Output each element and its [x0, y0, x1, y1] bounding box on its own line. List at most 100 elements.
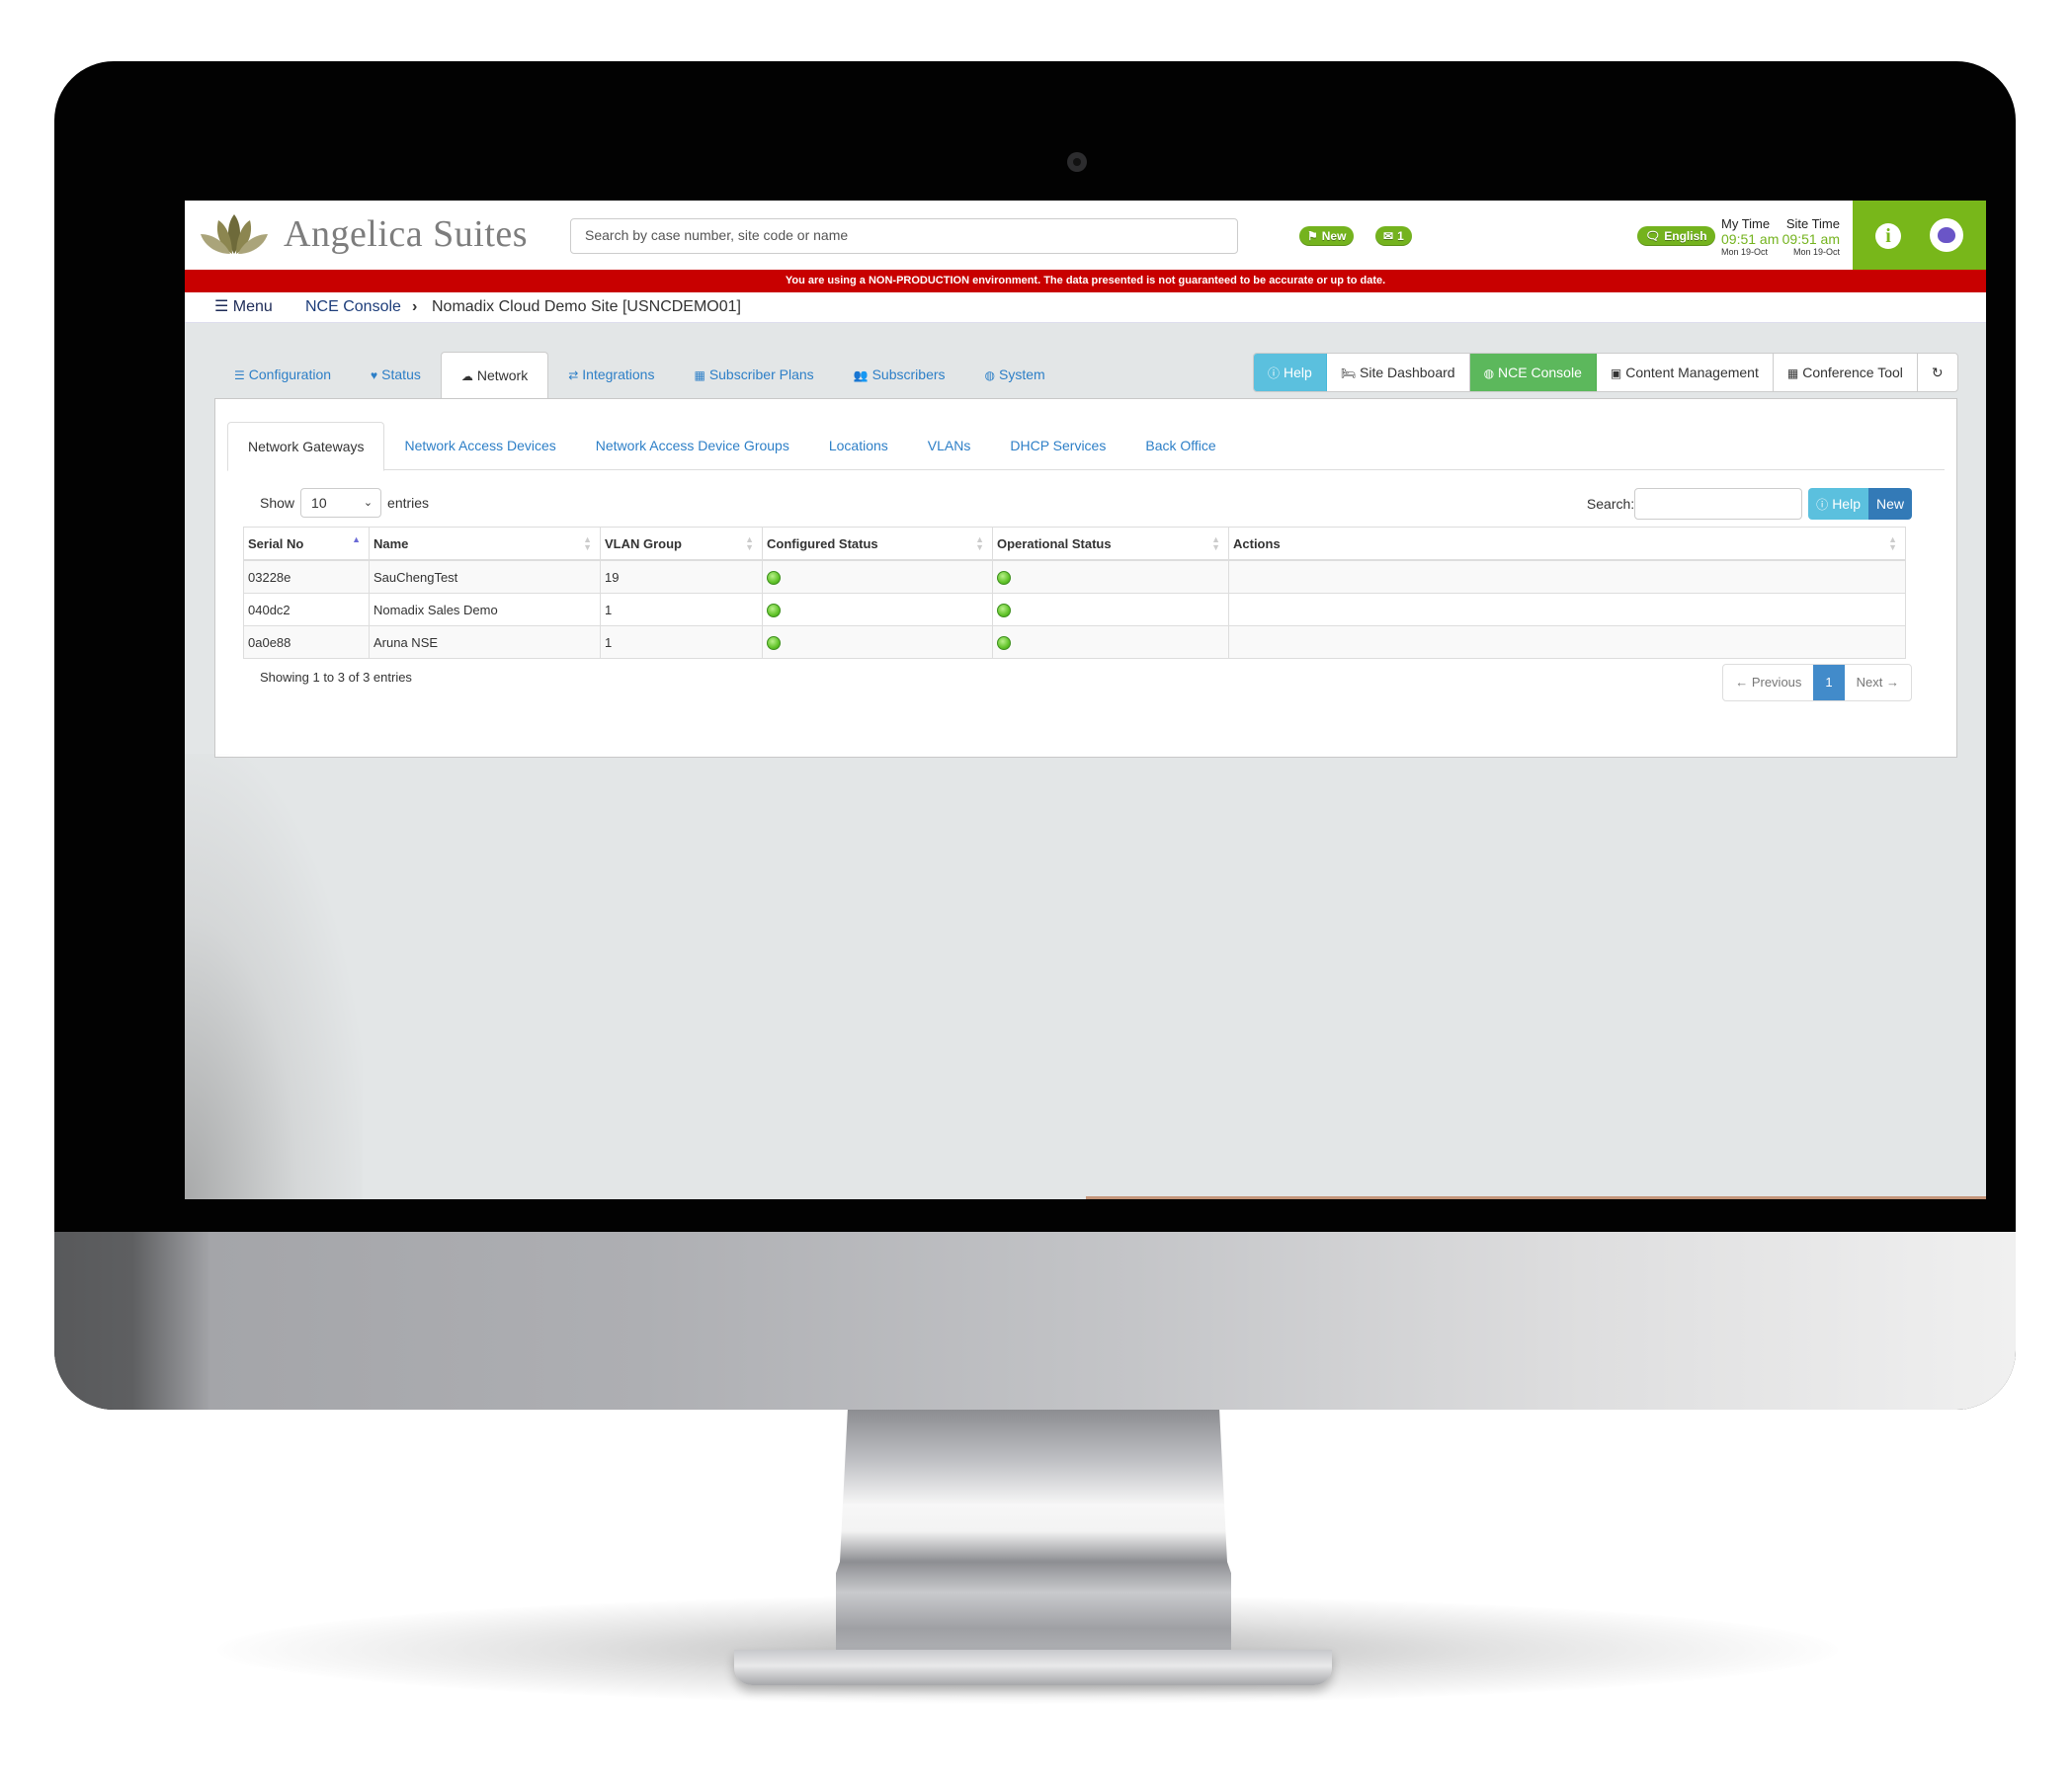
cell-actions: [1228, 625, 1906, 659]
tab-system[interactable]: ◍ System: [965, 352, 1065, 399]
tab-subscribers[interactable]: 👥 Subscribers: [834, 352, 965, 399]
globe-icon: ◍: [984, 368, 995, 382]
heartbeat-icon: ♥: [371, 368, 378, 382]
main-tabs: ☰ Configuration ♥ Status ☁ Network ⇄ Integra…: [214, 352, 1065, 400]
col-operational-status[interactable]: Operational Status ▲ ▼: [992, 527, 1229, 561]
list-icon: ☰: [234, 368, 245, 382]
site-time: 09:51 am: [1782, 231, 1840, 247]
table-help-button[interactable]: ⓘ Help: [1808, 488, 1868, 520]
tab-subscriber-plans[interactable]: ▦ Subscriber Plans: [674, 352, 833, 399]
status-ok-icon: [767, 570, 781, 585]
my-time-label: My Time: [1721, 216, 1771, 231]
new-gateway-button[interactable]: New: [1867, 488, 1912, 520]
page-size-control: Show 10 ⌄ entries: [260, 488, 429, 518]
table-header-row: Serial No ▲ Name ▲ ▼ VLAN Group ▲ ▼ Configure…: [243, 527, 1906, 561]
pagination: ← Previous 1 Next →: [1722, 664, 1912, 701]
network-sub-tabs: Network Gateways Network Access Devices …: [227, 422, 1945, 471]
new-case-button[interactable]: ⚑ New: [1299, 226, 1355, 246]
sort-icon: ▲ ▼: [1888, 534, 1897, 552]
table-search-input[interactable]: [1634, 488, 1803, 520]
cell-name: SauChengTest: [369, 559, 601, 594]
chevron-right-icon: ›: [412, 298, 418, 315]
time-display: My Time Site Time 09:51 am 09:51 am Mon …: [1721, 216, 1840, 257]
col-name[interactable]: Name ▲ ▼: [369, 527, 601, 561]
environment-warning: You are using a NON-PRODUCTION environme…: [185, 270, 1986, 292]
bed-icon: 🛏: [1340, 366, 1357, 380]
subtab-network-access-devices[interactable]: Network Access Devices: [384, 422, 575, 469]
global-search-input[interactable]: Search by case number, site code or name: [570, 218, 1238, 254]
brand-logo[interactable]: Angelica Suites: [197, 212, 528, 256]
refresh-button[interactable]: ↻: [1918, 354, 1957, 391]
subtab-back-office[interactable]: Back Office: [1125, 422, 1235, 469]
site-date: Mon 19-Oct: [1792, 247, 1840, 257]
user-avatar[interactable]: [1930, 218, 1963, 252]
subtab-dhcp-services[interactable]: DHCP Services: [990, 422, 1125, 469]
page-size-select[interactable]: 10 ⌄: [300, 488, 382, 518]
next-page-button[interactable]: Next →: [1845, 665, 1911, 700]
envelope-icon: ✉: [1383, 229, 1394, 243]
info-circle-icon: ⓘ: [1816, 498, 1829, 512]
sort-asc-icon: ▲: [352, 534, 361, 544]
status-ok-icon: [767, 603, 781, 617]
my-time: 09:51 am: [1721, 231, 1780, 247]
previous-page-button[interactable]: ← Previous: [1723, 665, 1813, 700]
table-actions: ⓘ Help New: [1808, 488, 1912, 520]
tab-network[interactable]: ☁ Network: [440, 352, 549, 400]
content-panel: Network Gateways Network Access Devices …: [214, 398, 1957, 758]
sort-icon: ▲ ▼: [975, 534, 984, 552]
menu-button[interactable]: ☰ Menu: [214, 292, 273, 322]
table-row[interactable]: 040dc2 Nomadix Sales Demo 1: [243, 593, 1906, 626]
my-date: Mon 19-Oct: [1721, 247, 1769, 257]
flag-icon: ⚑: [1307, 229, 1318, 243]
cell-serial: 040dc2: [243, 593, 370, 626]
content-management-button[interactable]: ▣ Content Management: [1597, 354, 1774, 391]
col-actions[interactable]: Actions ▲ ▼: [1228, 527, 1906, 561]
entries-label: entries: [387, 495, 430, 511]
subtab-vlans[interactable]: VLANs: [908, 422, 991, 469]
sort-icon: ▲ ▼: [745, 534, 754, 552]
tab-configuration[interactable]: ☰ Configuration: [214, 352, 351, 399]
language-icon: 🗨: [1645, 229, 1661, 243]
page-1-button[interactable]: 1: [1813, 665, 1845, 700]
screen: Angelica Suites Search by case number, s…: [185, 201, 1986, 1199]
cell-actions: [1228, 593, 1906, 626]
cell-actions: [1228, 559, 1906, 594]
conference-tool-button[interactable]: ▦ Conference Tool: [1774, 354, 1918, 391]
status-ok-icon: [997, 635, 1011, 650]
brand-name: Angelica Suites: [284, 213, 529, 255]
col-vlan-group[interactable]: VLAN Group ▲ ▼: [600, 527, 763, 561]
app-header: Angelica Suites Search by case number, s…: [185, 201, 1986, 270]
help-button[interactable]: ⓘ Help: [1254, 354, 1327, 391]
monitor-stand: [836, 1408, 1231, 1665]
table-search: Search: ⓘ Help New: [1587, 488, 1912, 520]
tab-integrations[interactable]: ⇄ Integrations: [548, 352, 674, 399]
info-icon[interactable]: i: [1875, 223, 1901, 249]
lotus-logo-icon: [201, 214, 268, 254]
sort-icon: ▲ ▼: [1211, 534, 1220, 552]
site-dashboard-button[interactable]: 🛏 Site Dashboard: [1327, 354, 1470, 391]
tab-status[interactable]: ♥ Status: [351, 352, 441, 399]
messages-button[interactable]: ✉ 1: [1375, 226, 1412, 246]
cell-vlan: 19: [600, 559, 763, 594]
show-label: Show: [260, 495, 295, 511]
sort-icon: ▲ ▼: [583, 534, 592, 552]
col-configured-status[interactable]: Configured Status ▲ ▼: [762, 527, 993, 561]
subtab-locations[interactable]: Locations: [809, 422, 908, 469]
users-icon: 👥: [853, 368, 869, 382]
status-ok-icon: [767, 635, 781, 650]
hamburger-icon: ☰: [214, 298, 233, 315]
toolbar: ⓘ Help 🛏 Site Dashboard ◍ NCE Console ▣ Cont…: [1253, 353, 1958, 392]
nce-console-button[interactable]: ◍ NCE Console: [1469, 354, 1597, 391]
cell-vlan: 1: [600, 625, 763, 659]
subtab-network-access-device-groups[interactable]: Network Access Device Groups: [576, 422, 809, 469]
exchange-icon: ⇄: [568, 368, 579, 382]
monitor-chin: [54, 1232, 2016, 1410]
col-serial-no[interactable]: Serial No ▲: [243, 527, 370, 561]
language-button[interactable]: 🗨 English: [1637, 226, 1715, 246]
calendar-icon: ▦: [1786, 366, 1799, 380]
table-row[interactable]: 03228e SauChengTest 19: [243, 559, 1906, 594]
table-row[interactable]: 0a0e88 Aruna NSE 1: [243, 625, 1906, 659]
subtab-network-gateways[interactable]: Network Gateways: [227, 422, 385, 471]
monitor-base: [734, 1650, 1332, 1685]
breadcrumb-nce-console[interactable]: NCE Console: [305, 292, 401, 322]
